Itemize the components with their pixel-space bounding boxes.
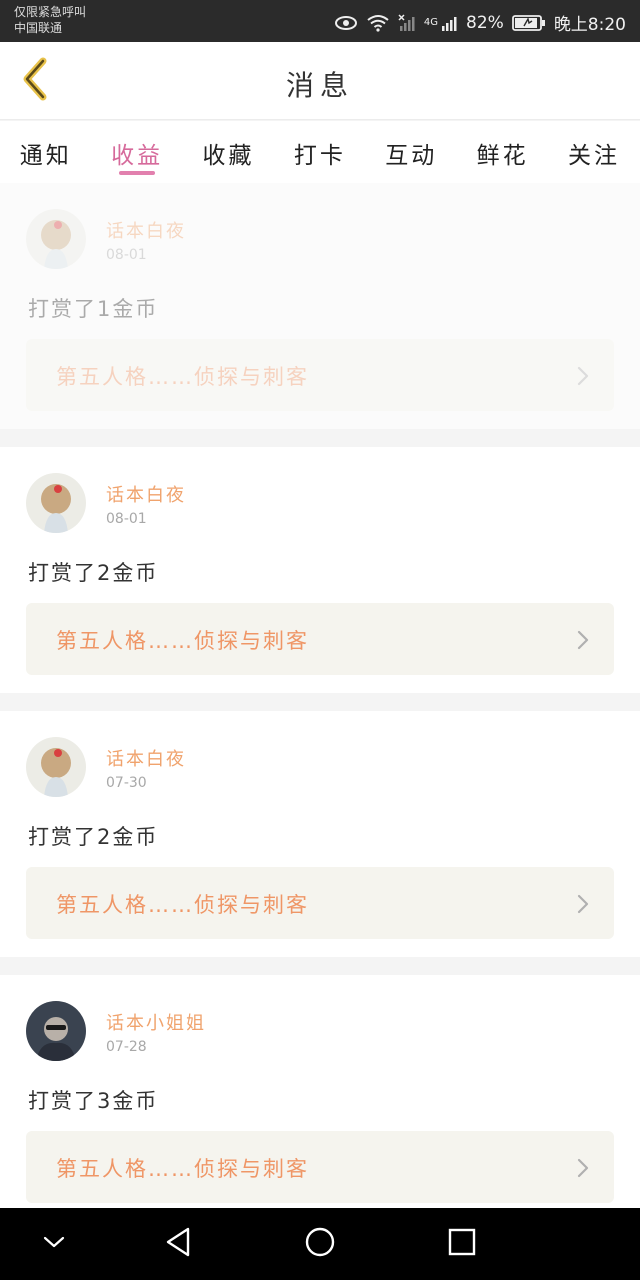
clock-text: 晚上8:20: [553, 15, 626, 35]
app-header: 消息: [0, 42, 640, 120]
story-link[interactable]: 第五人格……侦探与刺客: [26, 1131, 614, 1203]
reward-message: 打赏了3金币: [28, 1089, 159, 1113]
no-signal-icon: [398, 13, 416, 32]
recents-square-icon: [447, 1227, 477, 1261]
tab-earnings[interactable]: 收益: [91, 121, 182, 183]
feed-item: 话本白夜 08-01 打赏了2金币 第五人格……侦探与刺客: [0, 447, 640, 693]
story-title: 第五人格……侦探与刺客: [56, 365, 309, 389]
home-circle-icon: [304, 1226, 336, 1262]
date: 07-30: [106, 775, 147, 791]
reward-message: 打赏了2金币: [28, 561, 159, 585]
story-link[interactable]: 第五人格……侦探与刺客: [26, 603, 614, 675]
tab-following[interactable]: 关注: [548, 121, 639, 183]
story-link[interactable]: 第五人格……侦探与刺客: [26, 339, 614, 411]
story-link[interactable]: 第五人格……侦探与刺客: [26, 867, 614, 939]
avatar[interactable]: [26, 473, 86, 533]
username[interactable]: 话本白夜: [106, 217, 186, 243]
reward-message: 打赏了1金币: [28, 297, 159, 321]
status-right: 4G 82% 晚上8:20: [334, 10, 626, 35]
hide-nav-button[interactable]: [34, 1226, 74, 1262]
username[interactable]: 话本白夜: [106, 481, 186, 507]
feed-item: 话本小姐姐 07-28 打赏了3金币 第五人格……侦探与刺客: [0, 975, 640, 1208]
chevron-right-icon: [576, 893, 590, 919]
tab-checkin[interactable]: 打卡: [274, 121, 365, 183]
emergency-call-text: 仅限紧急呼叫: [14, 5, 87, 19]
page-title: 消息: [285, 69, 354, 102]
username[interactable]: 话本白夜: [106, 745, 186, 771]
carrier-text: 中国联通: [14, 21, 63, 35]
battery-percent: 82%: [466, 12, 504, 33]
wifi-icon: [366, 14, 390, 32]
chevron-right-icon: [576, 365, 590, 391]
avatar[interactable]: [26, 737, 86, 797]
nav-recents-button[interactable]: [442, 1226, 482, 1262]
story-title: 第五人格……侦探与刺客: [56, 1157, 309, 1181]
feed-item: 话本白夜 07-30 打赏了2金币 第五人格……侦探与刺客: [0, 711, 640, 957]
back-triangle-icon: [164, 1226, 192, 1262]
battery-icon: [511, 14, 546, 32]
tab-bar: 通知 收益 收藏 打卡 互动 鲜花 关注: [0, 121, 640, 183]
status-left: 仅限紧急呼叫 中国联通: [14, 4, 86, 36]
username[interactable]: 话本小姐姐: [106, 1009, 206, 1035]
date: 08-01: [106, 511, 147, 527]
message-feed: 话本白夜 08-01 打赏了1金币 第五人格……侦探与刺客 话本白夜 08-01…: [0, 183, 640, 1208]
nav-home-button[interactable]: [300, 1226, 340, 1262]
reward-message: 打赏了2金币: [28, 825, 159, 849]
avatar[interactable]: [26, 1001, 86, 1061]
feed-item: 话本白夜 08-01 打赏了1金币 第五人格……侦探与刺客: [0, 183, 640, 429]
system-nav-bar: [0, 1208, 640, 1280]
date: 08-01: [106, 247, 147, 263]
avatar[interactable]: [26, 209, 86, 269]
chevron-down-icon: [42, 1234, 66, 1254]
network-type-text: 4G: [423, 17, 439, 28]
tab-interactions[interactable]: 互动: [366, 121, 457, 183]
chevron-right-icon: [576, 1157, 590, 1183]
story-title: 第五人格……侦探与刺客: [56, 893, 309, 917]
date: 07-28: [106, 1039, 147, 1055]
chevron-right-icon: [576, 629, 590, 655]
tab-notifications[interactable]: 通知: [0, 121, 91, 183]
tab-favorites[interactable]: 收藏: [183, 121, 274, 183]
nav-back-button[interactable]: [158, 1226, 198, 1262]
tab-flowers[interactable]: 鲜花: [457, 121, 548, 183]
story-title: 第五人格……侦探与刺客: [56, 629, 309, 653]
eye-icon: [334, 15, 358, 31]
signal-4g-icon: 4G: [424, 14, 458, 32]
status-bar: 仅限紧急呼叫 中国联通 4G 82% 晚上8:20: [0, 0, 640, 42]
